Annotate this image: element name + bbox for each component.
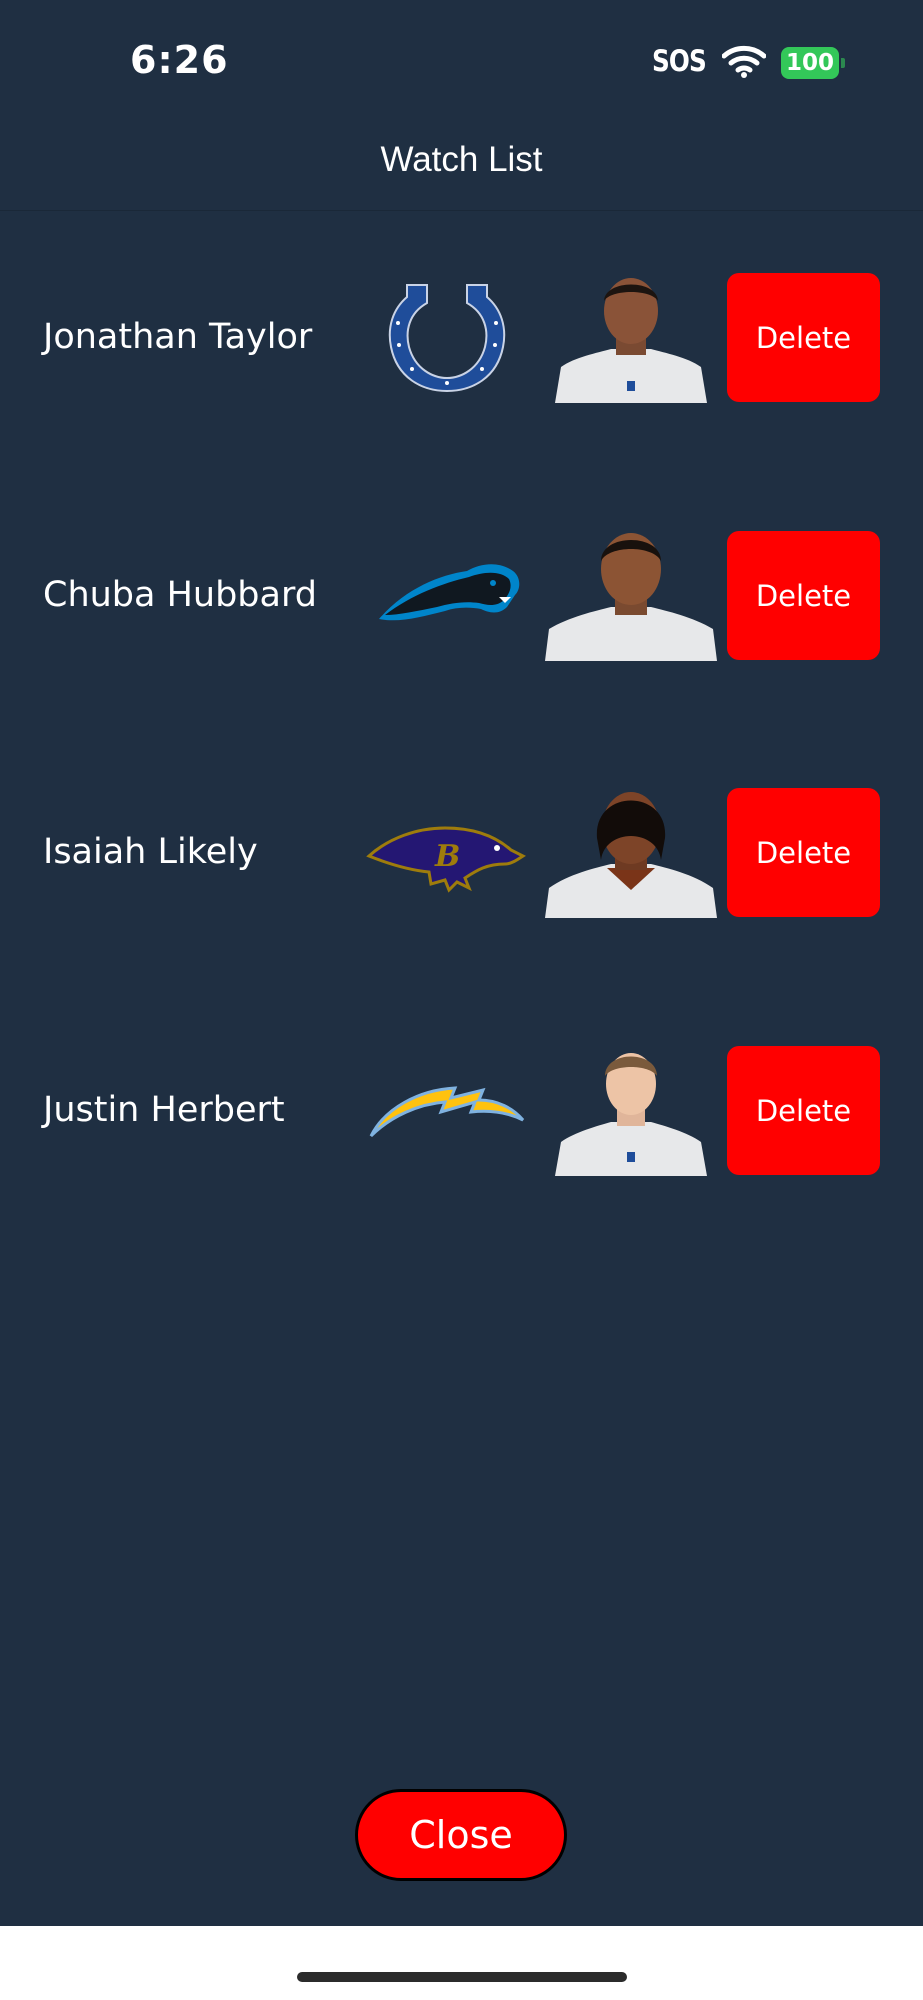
delete-button[interactable]: Delete <box>727 1046 880 1175</box>
wifi-icon <box>722 45 766 78</box>
battery-level: 100 <box>781 47 839 79</box>
status-time: 6:26 <box>130 38 229 82</box>
chargers-bolt-logo <box>369 1086 525 1138</box>
list-item: Justin Herbert Delete <box>0 1046 923 1176</box>
list-item: Chuba Hubbard Delete <box>0 531 923 661</box>
page-title: Watch List <box>380 140 543 179</box>
player-name: Isaiah Likely <box>43 832 258 872</box>
nav-header: Watch List <box>0 120 923 211</box>
home-indicator-area <box>0 1926 923 2000</box>
status-bar: 6:26 SOS 100 <box>0 0 923 120</box>
battery-icon: 100 <box>781 47 845 79</box>
player-headshot <box>545 273 717 403</box>
ravens-logo: B <box>366 826 526 893</box>
svg-text:B: B <box>434 839 460 874</box>
delete-button[interactable]: Delete <box>727 273 880 402</box>
list-item: Jonathan Taylor Delete <box>0 273 923 403</box>
panthers-logo <box>379 564 520 621</box>
battery-tip <box>841 58 845 68</box>
player-name: Chuba Hubbard <box>43 575 317 615</box>
player-name: Justin Herbert <box>43 1090 285 1130</box>
sos-indicator: SOS <box>652 44 707 78</box>
home-indicator[interactable] <box>297 1972 627 1982</box>
player-name: Jonathan Taylor <box>43 317 313 357</box>
list-item: Isaiah Likely B Delete <box>0 788 923 918</box>
player-headshot <box>545 788 717 918</box>
delete-button[interactable]: Delete <box>727 788 880 917</box>
colts-horseshoe-logo <box>388 284 506 393</box>
player-headshot <box>545 1046 717 1176</box>
close-button[interactable]: Close <box>355 1789 567 1881</box>
delete-button[interactable]: Delete <box>727 531 880 660</box>
player-headshot <box>545 531 717 661</box>
